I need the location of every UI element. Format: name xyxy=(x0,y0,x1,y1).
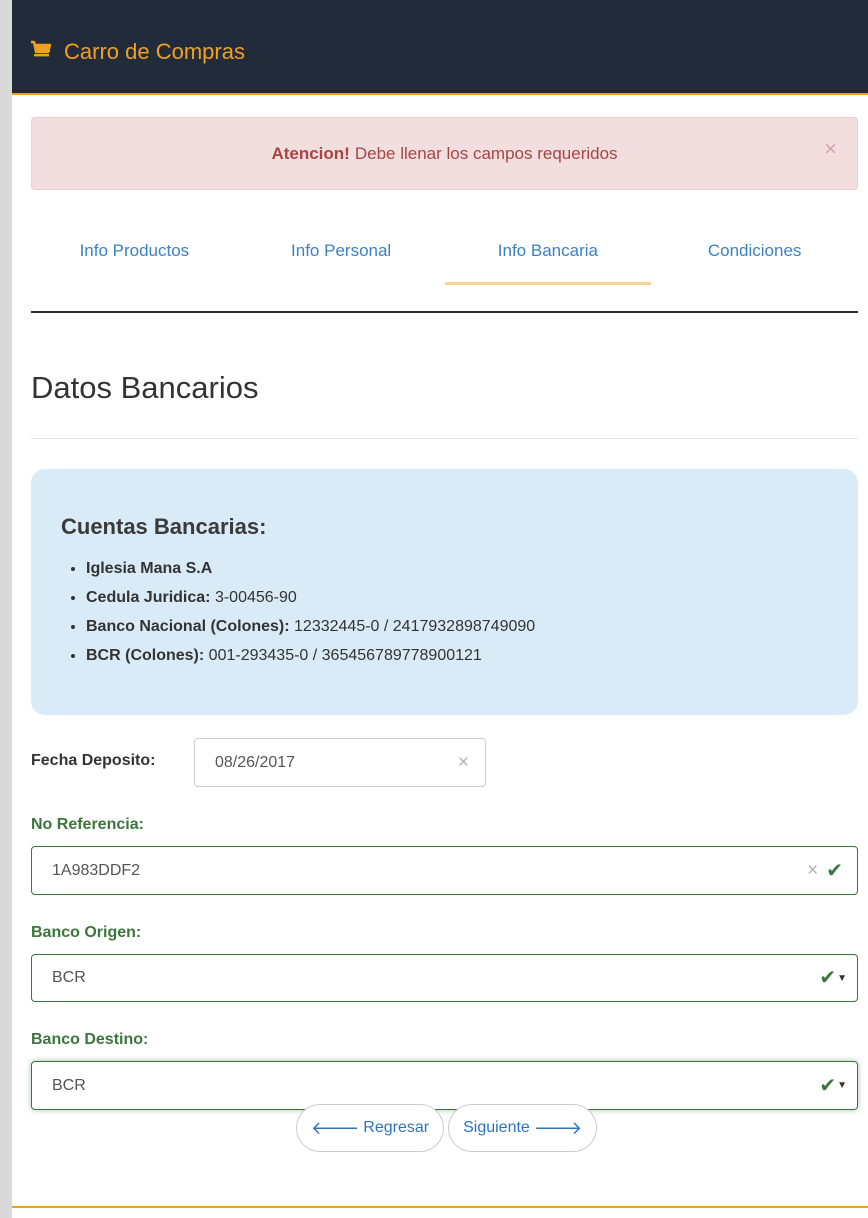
alert-message: Debe llenar los campos requeridos xyxy=(354,143,618,163)
tab-info-personal[interactable]: Info Personal xyxy=(238,220,445,285)
list-item: BCR (Colones): 001-293435-0 / 3654567897… xyxy=(86,641,828,670)
brand[interactable]: Carro de Compras xyxy=(30,34,245,70)
wizard-tabs: Info Productos Info Personal Info Bancar… xyxy=(31,220,858,285)
fecha-deposito-input[interactable]: 08/26/2017 × xyxy=(194,738,486,787)
back-button[interactable]: 🡐 Regresar xyxy=(296,1104,445,1152)
no-referencia-label: No Referencia: xyxy=(31,816,144,833)
account-value: 3-00456-90 xyxy=(214,589,297,606)
account-label: Banco Nacional (Colones): xyxy=(86,618,290,635)
arrow-left-icon: 🡐 xyxy=(311,1118,360,1138)
tab-info-productos[interactable]: Info Productos xyxy=(31,220,238,285)
account-label: Cedula Juridica: xyxy=(86,589,211,606)
check-icon: ✔ xyxy=(826,859,843,882)
alert-required-fields: Atencion! Debe llenar los campos requeri… xyxy=(31,117,858,190)
bank-accounts-title: Cuentas Bancarias: xyxy=(61,514,267,539)
banco-destino-select[interactable]: BCR ✔ ▼ xyxy=(31,1061,858,1110)
list-item: Banco Nacional (Colones): 12332445-0 / 2… xyxy=(86,612,828,641)
clear-icon[interactable]: × xyxy=(458,753,469,772)
account-value: 12332445-0 / 2417932898749090 xyxy=(294,618,536,635)
fecha-deposito-value: 08/26/2017 xyxy=(215,753,296,771)
banco-origen-value: BCR xyxy=(52,969,86,986)
banco-origen-select[interactable]: BCR ✔ ▼ xyxy=(31,954,858,1002)
list-item: Iglesia Mana S.A xyxy=(86,554,828,583)
brand-title: Carro de Compras xyxy=(64,39,245,64)
arrow-right-icon: 🡒 xyxy=(533,1118,583,1138)
caret-down-icon: ▼ xyxy=(837,972,847,984)
clear-icon[interactable]: × xyxy=(807,861,818,880)
account-label: Iglesia Mana S.A xyxy=(86,560,213,577)
fecha-deposito-label: Fecha Deposito: xyxy=(31,752,156,769)
next-button[interactable]: Siguiente 🡒 xyxy=(448,1104,598,1152)
banco-origen-label: Banco Origen: xyxy=(31,924,142,941)
account-value: 001-293435-0 / 365456789778900121 xyxy=(208,647,482,664)
next-label: Siguiente xyxy=(463,1119,530,1136)
banco-destino-label: Banco Destino: xyxy=(31,1031,149,1048)
bank-accounts-list: Iglesia Mana S.A Cedula Juridica: 3-0045… xyxy=(61,554,828,670)
tab-condiciones[interactable]: Condiciones xyxy=(651,220,858,285)
navbar: Carro de Compras xyxy=(12,0,868,95)
alert-strong: Atencion! xyxy=(271,143,350,163)
shopping-cart-icon xyxy=(30,40,52,65)
window-frame xyxy=(0,0,12,1218)
list-item: Cedula Juridica: 3-00456-90 xyxy=(86,583,828,612)
no-referencia-value: 1A983DDF2 xyxy=(52,861,141,879)
back-label: Regresar xyxy=(363,1119,430,1136)
caret-down-icon: ▼ xyxy=(837,1080,847,1091)
section-divider xyxy=(31,438,858,439)
bank-accounts-panel: Cuentas Bancarias: Iglesia Mana S.A Cedu… xyxy=(31,469,858,715)
banco-destino-value: BCR xyxy=(52,1076,86,1094)
no-referencia-input[interactable]: 1A983DDF2 × ✔ xyxy=(31,846,858,895)
page-title: Datos Bancarios xyxy=(31,370,259,405)
check-icon: ✔ xyxy=(819,967,837,989)
wizard-buttons: 🡐 Regresar Siguiente 🡒 xyxy=(296,1104,598,1152)
account-label: BCR (Colones): xyxy=(86,647,205,664)
footer-divider xyxy=(12,1206,868,1208)
tab-info-bancaria[interactable]: Info Bancaria xyxy=(444,220,652,285)
tabs-divider xyxy=(31,311,858,313)
check-icon: ✔ xyxy=(819,1074,837,1097)
close-icon[interactable]: × xyxy=(824,138,837,160)
